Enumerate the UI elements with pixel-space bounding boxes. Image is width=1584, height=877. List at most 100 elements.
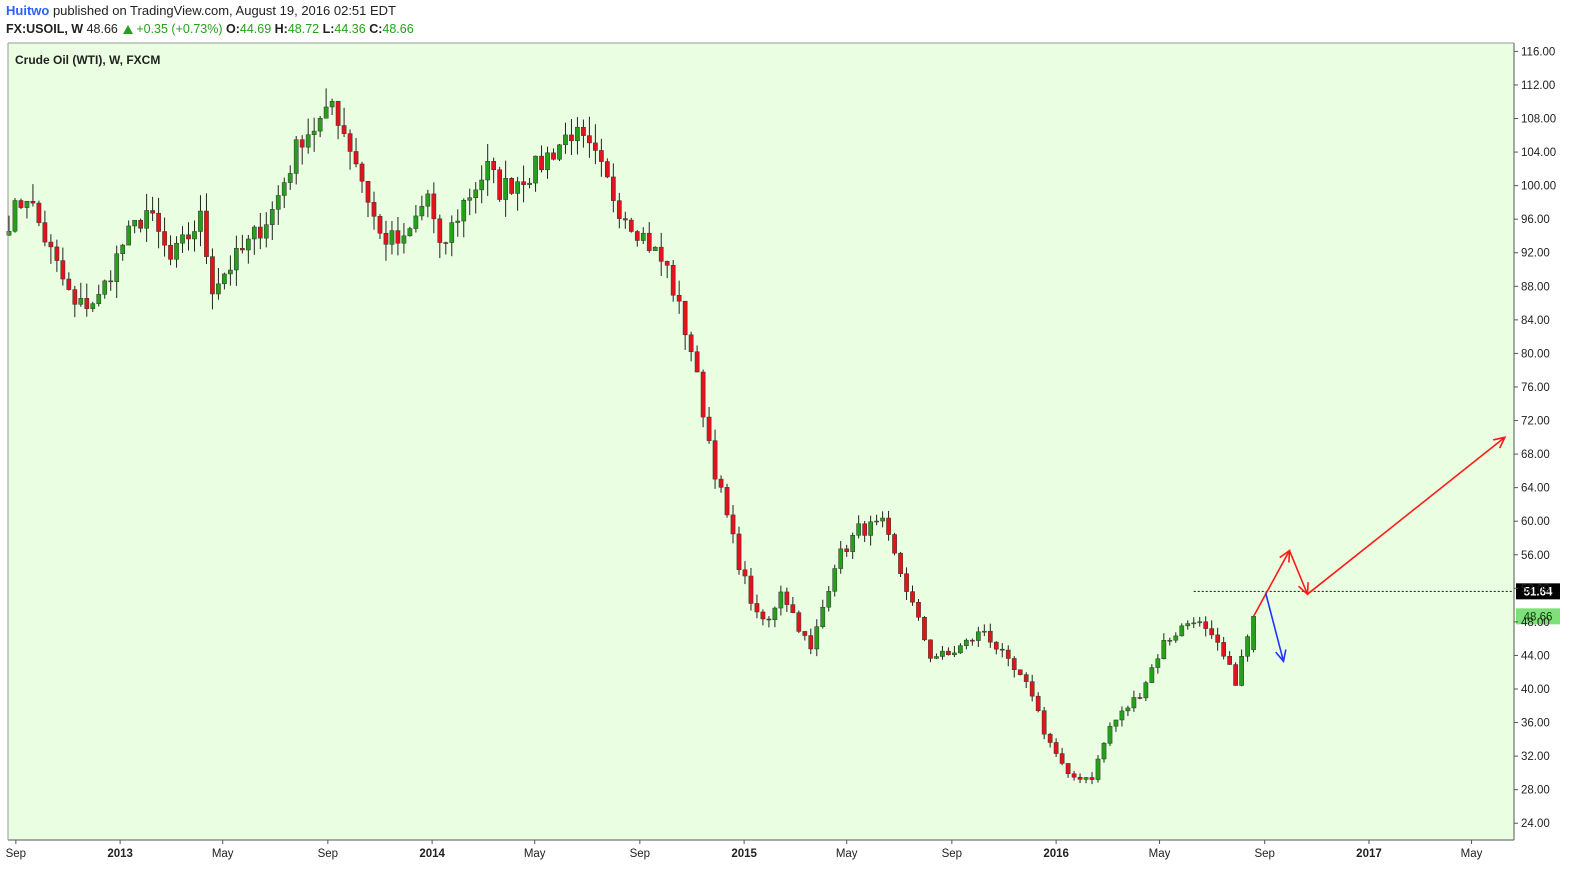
plot-background [8,43,1514,840]
price-tick-label: 28.00 [1521,785,1550,797]
candle-body [1077,776,1083,780]
candle-body [868,521,873,536]
time-tick-label: Sep [942,848,962,860]
candle-body [1089,777,1095,780]
candle-body [90,303,96,309]
candle-body [934,656,939,659]
time-tick-label: 2015 [731,848,757,860]
candle-body [1131,697,1137,709]
candle-body [1221,642,1227,657]
candle-body [240,248,245,251]
candle-body [180,234,185,244]
candle-body [365,181,371,203]
candle-body [706,416,712,441]
candle-body [1245,636,1250,657]
candle-body [856,523,862,536]
candle-body [377,216,383,234]
candle-body [126,225,132,246]
candle-body [940,650,945,657]
candle-body [353,151,359,165]
candle-body [1119,710,1125,721]
candle-body [323,106,329,119]
candle-body [419,205,425,217]
candle-body [551,152,556,160]
time-tick-label: May [212,848,234,860]
candle-body [168,244,173,260]
price-tick-label: 64.00 [1521,483,1550,495]
candle-body [509,178,514,194]
price-tick-label: 92.00 [1521,248,1550,260]
candle-body [712,440,718,480]
candle-body [473,189,479,198]
candle-body [198,210,203,232]
candle-body [581,126,586,136]
candle-body [204,210,209,257]
candle-body [563,134,568,146]
price-tick-label: 80.00 [1521,348,1550,360]
candle-body [790,604,796,613]
candle-body [1233,664,1238,686]
price-tick-label: 56.00 [1521,550,1550,562]
candle-body [1215,634,1221,643]
candle-body [993,641,999,650]
candle-body [174,242,179,260]
candle-body [60,260,66,280]
candle-body [1107,725,1113,744]
candle-body [987,630,993,643]
candle-body [910,591,915,603]
price-tick-label: 24.00 [1521,818,1550,830]
candle-body [820,606,826,627]
candle-body [832,568,838,592]
candle-body [628,219,634,232]
candle-body [251,226,257,240]
candle-body [1071,773,1077,778]
candle-body [1035,695,1041,711]
candle-body [413,215,419,229]
candle-body [401,235,407,244]
price-tick-label: 112.00 [1521,80,1555,92]
candle-body [24,200,30,208]
candle-body [341,125,347,134]
candle-body [311,130,317,135]
time-tick-label: 2013 [107,848,133,860]
candle-body [1203,621,1209,629]
candle-body [646,232,652,251]
candle-body [335,101,341,126]
candle-body [1137,697,1143,699]
candle-body [1065,763,1071,775]
candle-body [1017,669,1023,675]
candle-body [497,169,503,200]
candle-body [640,232,646,241]
candle-body [610,176,616,201]
time-tick-label: May [836,848,858,860]
candle-body [892,534,897,554]
price-tick-label: 36.00 [1521,718,1550,730]
candle-body [593,142,598,151]
candle-body [922,617,927,641]
price-tick-label: 100.00 [1521,181,1556,193]
candle-body [30,200,36,204]
price-tick-label: 32.00 [1521,751,1550,763]
candle-body [557,144,562,160]
candle-body [688,334,694,353]
candle-body [1047,733,1053,743]
candle-body [808,635,814,650]
candle-body [1239,656,1244,686]
candle-body [533,155,538,184]
candle-body [886,517,891,535]
candle-body [485,161,491,181]
candle-body [1053,742,1059,754]
candle-body [975,631,981,641]
candle-body [1029,681,1035,697]
candle-body [778,591,784,609]
time-tick-label: May [1461,848,1483,860]
candle-body [156,212,161,232]
time-tick-label: Sep [6,848,26,860]
candle-body [772,607,778,620]
price-chart[interactable]: 51.6448.66 24.0028.0032.0036.0040.0044.0… [0,0,1584,877]
candle-body [605,161,610,178]
candle-body [718,478,724,488]
candle-body [569,134,574,142]
candle-body [114,253,120,282]
candle-body [54,246,60,261]
